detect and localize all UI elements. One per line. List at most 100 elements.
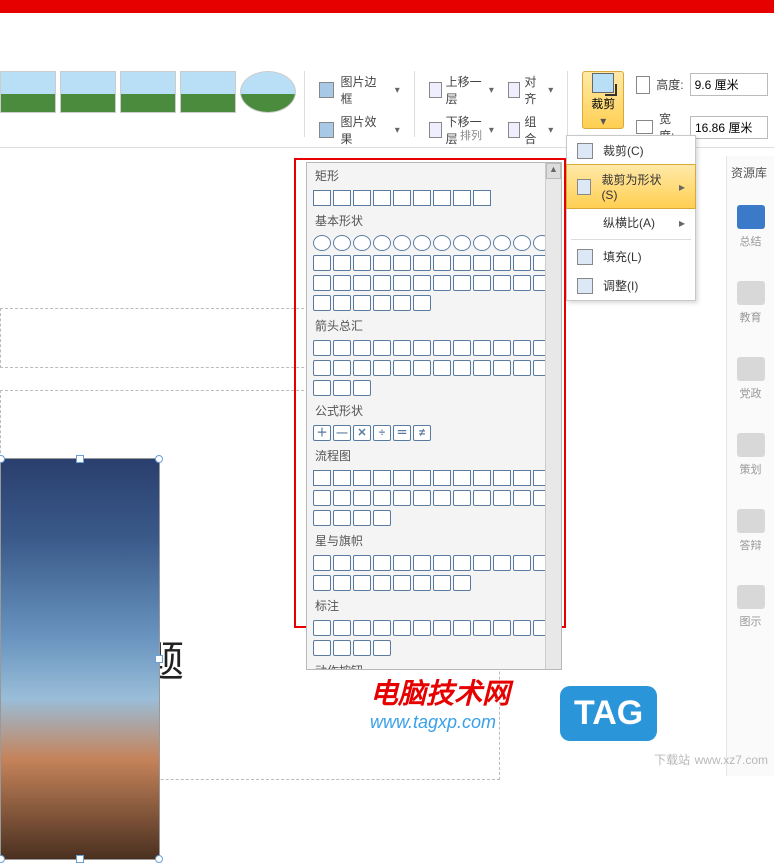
- shape-option[interactable]: [313, 275, 331, 291]
- shape-option[interactable]: [413, 295, 431, 311]
- shape-option[interactable]: [433, 620, 451, 636]
- shape-option[interactable]: [373, 360, 391, 376]
- shape-option[interactable]: [353, 575, 371, 591]
- shape-option[interactable]: [453, 255, 471, 271]
- resize-handle[interactable]: [155, 455, 163, 463]
- shape-option[interactable]: [413, 275, 431, 291]
- shape-option[interactable]: [473, 360, 491, 376]
- shape-option[interactable]: [413, 340, 431, 356]
- crop-menuitem[interactable]: 裁剪(C): [567, 136, 695, 165]
- shape-option[interactable]: [373, 575, 391, 591]
- shape-equation-option[interactable]: ＋: [313, 425, 331, 441]
- picture-style-thumb[interactable]: [120, 71, 176, 113]
- shape-option[interactable]: [373, 235, 391, 251]
- shape-option[interactable]: [333, 255, 351, 271]
- shape-option[interactable]: [333, 555, 351, 571]
- picture-style-thumb[interactable]: [240, 71, 296, 113]
- shape-option[interactable]: [353, 620, 371, 636]
- shape-option[interactable]: [373, 490, 391, 506]
- fit-menuitem[interactable]: 调整(I): [567, 271, 695, 300]
- selected-image[interactable]: [0, 458, 160, 860]
- shape-option[interactable]: [313, 190, 331, 206]
- shape-equation-option[interactable]: —: [333, 425, 351, 441]
- shape-option[interactable]: [353, 360, 371, 376]
- shape-option[interactable]: [353, 255, 371, 271]
- shape-equation-option[interactable]: ✕: [353, 425, 371, 441]
- shape-option[interactable]: [373, 470, 391, 486]
- shape-option[interactable]: [413, 470, 431, 486]
- shape-option[interactable]: [433, 470, 451, 486]
- shape-option[interactable]: [333, 470, 351, 486]
- shape-option[interactable]: [333, 360, 351, 376]
- shape-option[interactable]: [513, 235, 531, 251]
- shape-option[interactable]: [353, 510, 371, 526]
- shape-option[interactable]: [453, 555, 471, 571]
- shape-option[interactable]: [313, 235, 331, 251]
- shape-option[interactable]: [393, 275, 411, 291]
- shape-option[interactable]: [453, 190, 471, 206]
- shape-option[interactable]: [333, 235, 351, 251]
- shape-option[interactable]: [493, 340, 511, 356]
- scroll-up-button[interactable]: ▲: [546, 163, 561, 179]
- shape-option[interactable]: [493, 255, 511, 271]
- shape-option[interactable]: [433, 340, 451, 356]
- shape-option[interactable]: [453, 620, 471, 636]
- shape-option[interactable]: [473, 190, 491, 206]
- sidebar-item-gov[interactable]: 党政: [727, 341, 774, 417]
- shape-equation-option[interactable]: ≠: [413, 425, 431, 441]
- fill-menuitem[interactable]: 填充(L): [567, 242, 695, 271]
- shape-option[interactable]: [393, 575, 411, 591]
- shape-option[interactable]: [373, 640, 391, 656]
- shape-option[interactable]: [413, 575, 431, 591]
- shape-option[interactable]: [313, 510, 331, 526]
- shape-option[interactable]: [513, 470, 531, 486]
- shape-option[interactable]: [393, 340, 411, 356]
- shape-option[interactable]: [413, 255, 431, 271]
- shape-option[interactable]: [353, 555, 371, 571]
- picture-style-thumb[interactable]: [180, 71, 236, 113]
- shape-option[interactable]: [353, 470, 371, 486]
- sidebar-item-chart[interactable]: 图示: [727, 569, 774, 645]
- shape-option[interactable]: [313, 255, 331, 271]
- shape-option[interactable]: [373, 190, 391, 206]
- shape-option[interactable]: [493, 490, 511, 506]
- shape-option[interactable]: [333, 340, 351, 356]
- shape-option[interactable]: [353, 490, 371, 506]
- align-button[interactable]: 对齐▾: [508, 73, 553, 107]
- shape-option[interactable]: [473, 620, 491, 636]
- picture-style-thumb[interactable]: [0, 71, 56, 113]
- sidebar-item-edu[interactable]: 教育: [727, 265, 774, 341]
- shape-option[interactable]: [393, 255, 411, 271]
- shape-option[interactable]: [393, 620, 411, 636]
- shape-option[interactable]: [513, 360, 531, 376]
- group-button[interactable]: 组合▾: [508, 113, 553, 147]
- shape-option[interactable]: [313, 340, 331, 356]
- shape-option[interactable]: [373, 255, 391, 271]
- aspect-ratio-menuitem[interactable]: 纵横比(A)▸: [567, 208, 695, 237]
- shape-option[interactable]: [393, 490, 411, 506]
- picture-border-button[interactable]: 图片边框▾: [319, 73, 400, 107]
- shape-option[interactable]: [353, 295, 371, 311]
- resize-handle[interactable]: [155, 655, 163, 663]
- shape-option[interactable]: [413, 490, 431, 506]
- shape-option[interactable]: [433, 235, 451, 251]
- shape-option[interactable]: [473, 340, 491, 356]
- shape-option[interactable]: [453, 470, 471, 486]
- shape-option[interactable]: [513, 490, 531, 506]
- shape-option[interactable]: [473, 255, 491, 271]
- shape-option[interactable]: [393, 555, 411, 571]
- shape-option[interactable]: [413, 555, 431, 571]
- shape-option[interactable]: [493, 360, 511, 376]
- shape-option[interactable]: [373, 555, 391, 571]
- sidebar-item-ans[interactable]: 答辩: [727, 493, 774, 569]
- shape-option[interactable]: [433, 275, 451, 291]
- shape-option[interactable]: [433, 490, 451, 506]
- shape-option[interactable]: [333, 620, 351, 636]
- shape-option[interactable]: [433, 575, 451, 591]
- shape-option[interactable]: [393, 295, 411, 311]
- shape-option[interactable]: [353, 235, 371, 251]
- shape-option[interactable]: [353, 275, 371, 291]
- shape-option[interactable]: [453, 340, 471, 356]
- shape-option[interactable]: [453, 275, 471, 291]
- shape-option[interactable]: [313, 360, 331, 376]
